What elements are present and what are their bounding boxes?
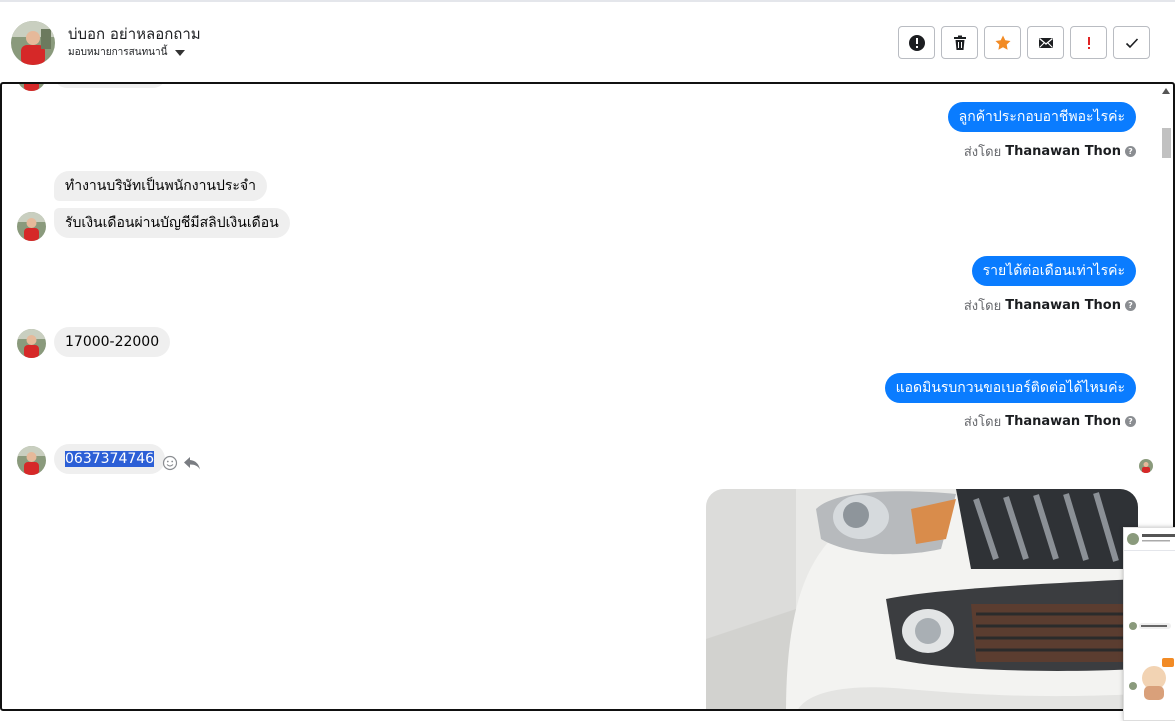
- help-icon[interactable]: ?: [1125, 300, 1136, 311]
- mark-unread-button[interactable]: [1027, 26, 1064, 59]
- sent-by-label: ส่งโดย Thanawan Thon ?: [964, 141, 1136, 162]
- contact-message-avatar: [17, 84, 46, 91]
- check-icon: [1125, 37, 1138, 48]
- sent-by-agent: Thanawan Thon: [1005, 144, 1121, 159]
- incoming-message[interactable]: รับเงินเดือนผ่านบัญชีมีสลิปเงินเดือน: [54, 208, 290, 238]
- sent-by-label: ส่งโดย Thanawan Thon ?: [964, 411, 1136, 432]
- alert-circle-icon: [908, 34, 925, 51]
- incoming-message[interactable]: 0637374746: [54, 444, 166, 474]
- incoming-message[interactable]: ทำงานบริษัทเป็นพนักงานประจำ: [54, 171, 267, 201]
- conversation-header: บ่บอก อย่าหลอกถาม มอบหมายการสนทนานี้: [0, 0, 1175, 82]
- read-receipt-avatar: [1139, 459, 1153, 473]
- contact-message-avatar: [17, 446, 46, 475]
- selected-phone-number[interactable]: 0637374746: [65, 451, 155, 467]
- contact-avatar[interactable]: [11, 21, 55, 65]
- conversation-actions: [898, 26, 1150, 59]
- sent-by-prefix: ส่งโดย: [963, 415, 1002, 430]
- mark-important-button[interactable]: [1070, 26, 1107, 59]
- sent-by-agent: Thanawan Thon: [1005, 298, 1121, 313]
- scroll-up-arrow-icon[interactable]: [1162, 88, 1170, 94]
- outgoing-car-photo[interactable]: [706, 489, 1138, 709]
- chat-preview-thumbnail[interactable]: [1123, 527, 1175, 721]
- help-icon[interactable]: ?: [1125, 416, 1136, 427]
- exclamation-icon: [1087, 36, 1090, 49]
- contact-name: บ่บอก อย่าหลอกถาม: [68, 25, 201, 43]
- star-icon: [995, 35, 1010, 50]
- trash-icon: [953, 35, 966, 50]
- message-thread[interactable]: ลูกค้าประกอบอาชีพอะไรค่ะ ส่งโดย Thanawan…: [0, 82, 1175, 711]
- caret-down-icon: [175, 49, 186, 56]
- incoming-message[interactable]: 17000-22000: [54, 327, 171, 357]
- assign-conversation-dropdown[interactable]: มอบหมายการสนทนานี้: [68, 45, 186, 60]
- star-button[interactable]: [984, 26, 1021, 59]
- outgoing-message[interactable]: รายได้ต่อเดือนเท่าไรค่ะ: [971, 256, 1136, 286]
- react-emoji-icon[interactable]: [162, 455, 178, 471]
- outgoing-message[interactable]: แอดมินรบกวนขอเบอร์ติดต่อได้ไหมค่ะ: [884, 373, 1136, 403]
- outgoing-message[interactable]: ลูกค้าประกอบอาชีพอะไรค่ะ: [947, 102, 1136, 132]
- help-icon[interactable]: ?: [1125, 146, 1136, 157]
- sent-by-prefix: ส่งโดย: [963, 299, 1002, 314]
- contact-message-avatar: [17, 212, 46, 241]
- assign-conversation-label: มอบหมายการสนทนานี้: [68, 47, 168, 58]
- scroll-thumb[interactable]: [1162, 128, 1171, 158]
- sent-by-prefix: ส่งโดย: [963, 145, 1002, 160]
- mark-spam-button[interactable]: [898, 26, 935, 59]
- sent-by-agent: Thanawan Thon: [1005, 414, 1121, 429]
- contact-message-avatar: [17, 329, 46, 358]
- delete-button[interactable]: [941, 26, 978, 59]
- mail-icon: [1038, 37, 1053, 48]
- mark-done-button[interactable]: [1113, 26, 1150, 59]
- previous-message-clipped: [54, 84, 166, 88]
- reply-icon[interactable]: [183, 455, 201, 471]
- sent-by-label: ส่งโดย Thanawan Thon ?: [964, 295, 1136, 316]
- chat-preview-graphic: [1124, 528, 1175, 720]
